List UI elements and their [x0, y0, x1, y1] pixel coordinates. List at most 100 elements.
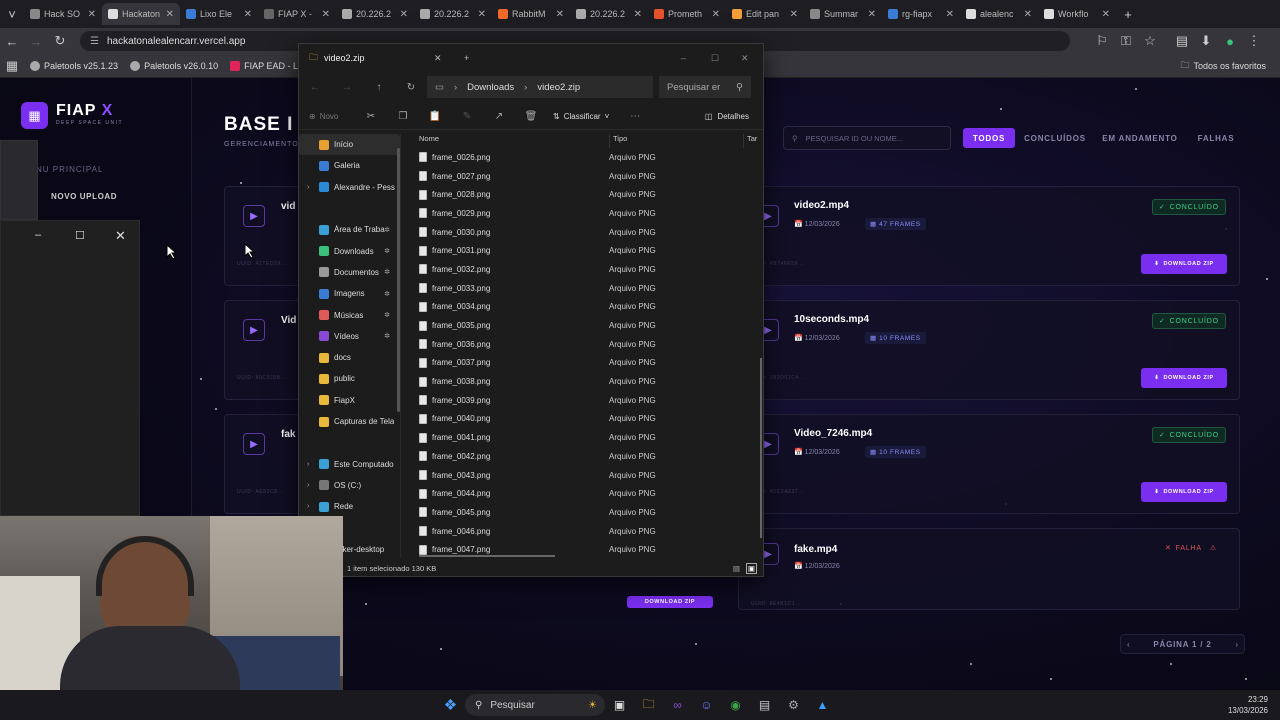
forward-icon[interactable]: →	[24, 34, 48, 49]
close-tab-icon[interactable]: ✕	[712, 9, 720, 20]
column-name[interactable]: Nome	[419, 134, 609, 148]
browser-tab[interactable]: alealenc ✕	[960, 3, 1038, 25]
close-tab-icon[interactable]: ✕	[790, 9, 798, 20]
file-row[interactable]: frame_0039.png Arquivo PNG	[419, 391, 759, 410]
file-row[interactable]: frame_0028.png Arquivo PNG	[419, 185, 759, 204]
discord-icon[interactable]: ☺	[692, 694, 721, 716]
nav-pane-item[interactable]: FiapX	[299, 390, 400, 411]
browser-tab[interactable]: 20.226.2 ✕	[414, 3, 492, 25]
column-size[interactable]: Tar	[743, 134, 757, 148]
delete-icon[interactable]: 🗑	[515, 111, 547, 122]
translate-icon[interactable]: ⚐	[1090, 33, 1114, 49]
copy-icon[interactable]: ❐	[387, 111, 419, 122]
extensions-icon[interactable]: ▤	[1170, 33, 1194, 49]
browser-tab[interactable]: rg-fiapx ✕	[882, 3, 960, 25]
browser-tab[interactable]: Lixo Ele ✕	[180, 3, 258, 25]
download-zip-button[interactable]: ⬇ DOWNLOAD ZIP	[1141, 482, 1227, 502]
file-row[interactable]: frame_0029.png Arquivo PNG	[419, 204, 759, 223]
close-tab-icon[interactable]: ✕	[244, 9, 252, 20]
file-row[interactable]: frame_0027.png Arquivo PNG	[419, 167, 759, 186]
close-tab-icon[interactable]: ✕	[634, 9, 642, 20]
close-icon[interactable]: ✕	[115, 228, 126, 244]
file-row[interactable]: frame_0037.png Arquivo PNG	[419, 354, 759, 373]
browser-tab[interactable]: Hackaton ✕	[102, 3, 180, 25]
nav-pane-item[interactable]: Vídeos ✲	[299, 326, 400, 347]
paste-icon[interactable]: 📋	[419, 111, 451, 122]
file-row[interactable]: frame_0026.png Arquivo PNG	[419, 148, 759, 167]
share-icon[interactable]: ↗	[483, 111, 515, 122]
close-tab-icon[interactable]: ✕	[1024, 9, 1032, 20]
close-tab-icon[interactable]: ✕	[322, 9, 330, 20]
close-tab-icon[interactable]: ✕	[88, 9, 96, 20]
browser-tab[interactable]: Workflo ✕	[1038, 3, 1116, 25]
details-view-icon[interactable]: ▤	[733, 564, 740, 573]
details-button[interactable]: ◫ Detalhes	[705, 112, 749, 121]
more-icon[interactable]: ⋯	[619, 111, 651, 122]
file-row[interactable]: frame_0030.png Arquivo PNG	[419, 223, 759, 242]
close-tab-icon[interactable]: ✕	[1102, 9, 1110, 20]
nav-pane-item[interactable]: docs	[299, 347, 400, 368]
browser-tab[interactable]: 20.226.2 ✕	[336, 3, 414, 25]
browser-tab[interactable]: RabbitM ✕	[492, 3, 570, 25]
rename-icon[interactable]: ✎	[451, 111, 483, 122]
taskbar-search[interactable]: ⚲ Pesquisar ☀	[465, 694, 605, 716]
filter-tab-failed[interactable]: FALHAS	[1190, 128, 1242, 148]
filter-tab-all[interactable]: TODOS	[963, 128, 1015, 148]
nav-pane-item[interactable]: Documentos ✲	[299, 262, 400, 283]
nav-pane-item[interactable]: › Rede	[299, 496, 400, 517]
search-input[interactable]: ⚲ PESQUISAR ID OU NOME...	[783, 126, 951, 150]
file-row[interactable]: frame_0044.png Arquivo PNG	[419, 484, 759, 503]
tiles-view-icon[interactable]: ▣	[745, 562, 757, 574]
browser-tab[interactable]: FIAP X - ✕	[258, 3, 336, 25]
file-row[interactable]: frame_0038.png Arquivo PNG	[419, 372, 759, 391]
all-bookmarks[interactable]: 🗀 Todos os favoritos	[1174, 58, 1272, 74]
download-zip-button[interactable]: ⬇ DOWNLOAD ZIP	[1141, 368, 1227, 388]
minimize-icon[interactable]: –	[35, 229, 41, 241]
expand-icon[interactable]: ›	[307, 482, 309, 489]
prev-page-icon[interactable]: ‹	[1127, 640, 1130, 649]
nav-pane-item[interactable]: Área de Traba ✲	[299, 219, 400, 240]
expand-icon[interactable]: ›	[307, 461, 309, 468]
breadcrumb[interactable]: ▭ › Downloads › video2.zip	[427, 76, 653, 98]
back-icon[interactable]: ←	[299, 82, 331, 93]
browser-tab[interactable]: Summar ✕	[804, 3, 882, 25]
start-icon[interactable]: ❖	[436, 694, 465, 716]
next-page-icon[interactable]: ›	[1235, 640, 1238, 649]
file-explorer-icon[interactable]: 🗀	[634, 694, 663, 716]
file-row[interactable]: frame_0047.png Arquivo PNG	[419, 540, 759, 556]
file-row[interactable]: frame_0036.png Arquivo PNG	[419, 335, 759, 354]
file-row[interactable]: frame_0033.png Arquivo PNG	[419, 279, 759, 298]
task-view-icon[interactable]: ▣	[605, 694, 634, 716]
file-list-scrollbar[interactable]	[760, 358, 762, 538]
new-button[interactable]: ⊕ Novo	[299, 112, 355, 121]
file-row[interactable]: frame_0040.png Arquivo PNG	[419, 410, 759, 429]
close-tab-icon[interactable]: ✕	[434, 53, 464, 64]
file-row[interactable]: frame_0043.png Arquivo PNG	[419, 466, 759, 485]
filter-tab-in-progress[interactable]: EM ANDAMENTO	[1097, 128, 1183, 148]
file-row[interactable]: frame_0032.png Arquivo PNG	[419, 260, 759, 279]
nav-new-upload[interactable]: NOVO UPLOAD	[51, 192, 117, 201]
bookmark-paletools-2[interactable]: Paletools v26.0.10	[124, 60, 224, 71]
bookmark-paletools-1[interactable]: Paletools v25.1.23	[24, 60, 124, 71]
settings-icon[interactable]: ⚙	[779, 694, 808, 716]
refresh-icon[interactable]: ↻	[395, 82, 427, 93]
filter-tab-completed[interactable]: CONCLUÍDOS	[1020, 128, 1090, 148]
star-icon[interactable]: ☆	[1138, 33, 1162, 49]
menu-icon[interactable]: ⋮	[1242, 33, 1266, 49]
chrome-icon[interactable]: ◉	[721, 694, 750, 716]
explorer-tab-title[interactable]: video2.zip	[324, 53, 434, 63]
close-tab-icon[interactable]: ✕	[946, 9, 954, 20]
up-icon[interactable]: ↑	[363, 82, 395, 93]
explorer-search-input[interactable]: Pesquisar er ⚲	[659, 76, 751, 98]
new-tab-icon[interactable]: +	[464, 53, 494, 63]
nav-pane-item[interactable]: › Alexandre - Pess	[299, 177, 400, 198]
close-tab-icon[interactable]: ✕	[556, 9, 564, 20]
terminal-icon[interactable]: ▤	[750, 694, 779, 716]
maximize-icon[interactable]: ☐	[75, 229, 85, 242]
close-tab-icon[interactable]: ✕	[400, 9, 408, 20]
minimize-icon[interactable]: –	[681, 53, 711, 63]
close-tab-icon[interactable]: ✕	[166, 9, 174, 20]
nav-pane-item[interactable]: › Este Computado	[299, 453, 400, 474]
site-info-icon[interactable]: ☰	[90, 36, 99, 47]
file-row[interactable]: frame_0042.png Arquivo PNG	[419, 447, 759, 466]
